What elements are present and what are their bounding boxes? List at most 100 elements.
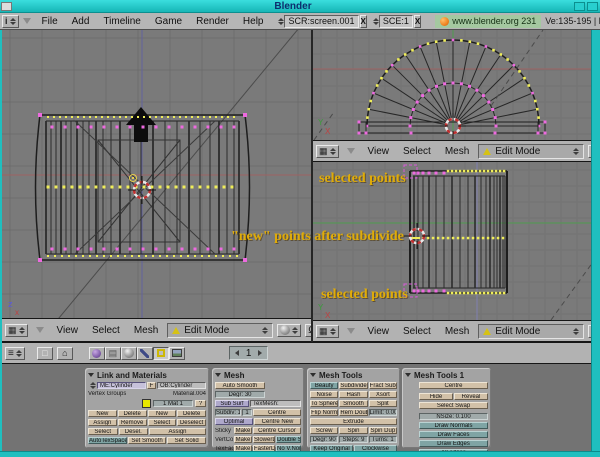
window-border-right[interactable] xyxy=(591,30,600,457)
mesh-browse-stepper[interactable] xyxy=(90,382,96,389)
rem-doubles-button[interactable]: Rem Doubl xyxy=(339,409,367,416)
noise-button[interactable]: Noise xyxy=(310,391,338,398)
nsize-field[interactable]: NSize: 0.100 xyxy=(419,413,488,420)
extrude-button[interactable]: Extrude xyxy=(310,418,397,425)
degr-90-field[interactable]: Degr: 90 xyxy=(310,436,338,443)
menu-help[interactable]: Help xyxy=(236,16,271,27)
slower-draw-button[interactable]: SlowerDr xyxy=(253,436,275,443)
xsort-button[interactable]: Xsort xyxy=(369,391,397,398)
fake-user-button[interactable]: F xyxy=(147,382,156,389)
object-name-field[interactable]: OB:Cylinder xyxy=(157,382,206,389)
draw-mode-button[interactable] xyxy=(277,324,301,337)
material-delete-button[interactable]: Delete xyxy=(177,410,206,417)
stepper-icon[interactable] xyxy=(19,327,25,334)
panel-collapse-icon[interactable] xyxy=(88,373,94,377)
vgroup-new-button[interactable]: New xyxy=(88,410,117,417)
editing-context-button[interactable] xyxy=(153,347,169,360)
minimize-button[interactable] xyxy=(574,2,585,11)
texmesh-field[interactable]: TexMesh: xyxy=(250,400,301,407)
split-button[interactable]: Split xyxy=(369,400,397,407)
info-window-button[interactable]: i xyxy=(2,15,19,28)
vgroup-remove-button[interactable]: Remove xyxy=(118,419,147,426)
material-index-field[interactable]: 1 Mat 1 xyxy=(153,400,193,407)
viewport-type-button[interactable]: ▦ xyxy=(316,145,339,158)
screw-button[interactable]: Screw xyxy=(310,427,338,434)
menu-render[interactable]: Render xyxy=(189,16,236,27)
mesh-name-field[interactable]: ME:Cylinder xyxy=(97,382,146,389)
menu-view[interactable]: View xyxy=(363,146,395,157)
vgroup-deselect-button[interactable]: Desel. xyxy=(119,428,149,435)
double-sided-toggle[interactable]: Double Sided xyxy=(276,436,301,443)
centre-new-button[interactable]: Centre New xyxy=(254,418,301,425)
centre-cursor-button[interactable]: Centre Cursor xyxy=(253,427,301,434)
optimal-toggle[interactable]: Optimal xyxy=(215,418,253,425)
autotexspace-toggle[interactable]: AutoTexSpace xyxy=(88,437,127,444)
help-button[interactable]: ? xyxy=(195,400,206,407)
vertcol-make-button[interactable]: Make xyxy=(234,436,252,443)
vgroup-assign-button[interactable]: Assign xyxy=(88,419,117,426)
frame-counter[interactable]: 1 xyxy=(229,346,269,360)
screen-close-button[interactable]: X xyxy=(360,15,367,28)
menu-timeline[interactable]: Timeline xyxy=(96,16,147,27)
vgroup-select-button[interactable]: Select xyxy=(88,428,118,435)
maximize-button[interactable] xyxy=(587,2,598,11)
set-smooth-button[interactable]: Set Smooth xyxy=(128,437,167,444)
turns-field[interactable]: Turns: 1 xyxy=(369,436,397,443)
limit-field[interactable]: Limit: 0.001 xyxy=(369,409,397,416)
3d-viewport-left[interactable]: zx xyxy=(2,30,311,318)
mode-dropdown[interactable]: Edit Mode xyxy=(167,323,273,338)
3d-viewport-top-right[interactable]: YX xyxy=(313,30,591,140)
viewport-type-button[interactable]: ▦ xyxy=(316,325,339,338)
draw-edges-toggle[interactable]: Draw Edges xyxy=(419,440,488,447)
mode-dropdown[interactable]: Edit Mode xyxy=(478,324,584,339)
viewport-divider[interactable] xyxy=(311,30,313,342)
material-color-swatch[interactable] xyxy=(142,399,151,408)
centre-button[interactable]: Centre xyxy=(253,409,301,416)
panel-collapse-icon[interactable] xyxy=(405,373,411,377)
panel-collapse-icon[interactable] xyxy=(310,373,316,377)
panel-collapse-icon[interactable] xyxy=(215,373,221,377)
collapse-arrow-icon[interactable] xyxy=(23,18,31,24)
menu-game[interactable]: Game xyxy=(148,16,189,27)
steps-field[interactable]: Steps: 9 xyxy=(339,436,367,443)
header-collapse-icon[interactable] xyxy=(36,327,44,333)
menu-add[interactable]: Add xyxy=(65,16,97,27)
stepper-icon[interactable] xyxy=(16,350,22,357)
frame-next-icon[interactable] xyxy=(258,350,262,356)
menu-mesh[interactable]: Mesh xyxy=(440,326,474,337)
spin-button[interactable]: Spin xyxy=(339,427,367,434)
3d-viewport-bottom-right[interactable]: YX xyxy=(313,162,591,320)
screen-selector[interactable]: SCR:screen.001 xyxy=(284,15,358,28)
scene-close-button[interactable]: X xyxy=(414,15,421,28)
menu-mesh[interactable]: Mesh xyxy=(129,325,163,336)
to-sphere-button[interactable]: To Sphere xyxy=(310,400,338,407)
fract-subd-button[interactable]: Fract Subd xyxy=(369,382,397,389)
object-context-button[interactable] xyxy=(137,347,153,360)
material-new-button[interactable]: New xyxy=(148,410,177,417)
home-button[interactable]: ⌂ xyxy=(57,347,73,360)
draw-faces-toggle[interactable]: Draw Faces xyxy=(419,431,488,438)
header-collapse-icon[interactable] xyxy=(347,328,355,334)
window-type-button[interactable]: ≡ xyxy=(5,347,25,360)
menu-view[interactable]: View xyxy=(52,325,84,336)
spin-dup-button[interactable]: Spin Dup xyxy=(369,427,397,434)
select-swap-button[interactable]: Select Swap xyxy=(419,402,488,409)
menu-view[interactable]: View xyxy=(363,326,395,337)
flip-normals-button[interactable]: Flip Norm xyxy=(310,409,338,416)
window-menu-button[interactable] xyxy=(1,2,12,11)
scene-selector[interactable]: SCE:1 xyxy=(379,15,413,28)
material-assign-button[interactable]: Assign xyxy=(149,428,206,435)
subsurf-toggle[interactable]: Sub Surf xyxy=(215,400,249,407)
header-collapse-icon[interactable] xyxy=(347,148,355,154)
stepper-icon[interactable] xyxy=(10,18,16,25)
menu-select[interactable]: Select xyxy=(87,325,125,336)
viewport-type-button[interactable]: ▦ xyxy=(5,324,28,337)
beauty-toggle[interactable]: Beauty xyxy=(310,382,338,389)
stepper-icon[interactable] xyxy=(330,148,336,155)
stepper-icon[interactable] xyxy=(292,327,298,334)
hide-button[interactable]: Hide xyxy=(419,393,453,400)
logic-context-button[interactable] xyxy=(89,347,105,360)
menu-select[interactable]: Select xyxy=(398,146,436,157)
pivot-button[interactable]: Ω xyxy=(305,324,311,337)
sticky-make-button[interactable]: Make xyxy=(234,427,252,434)
